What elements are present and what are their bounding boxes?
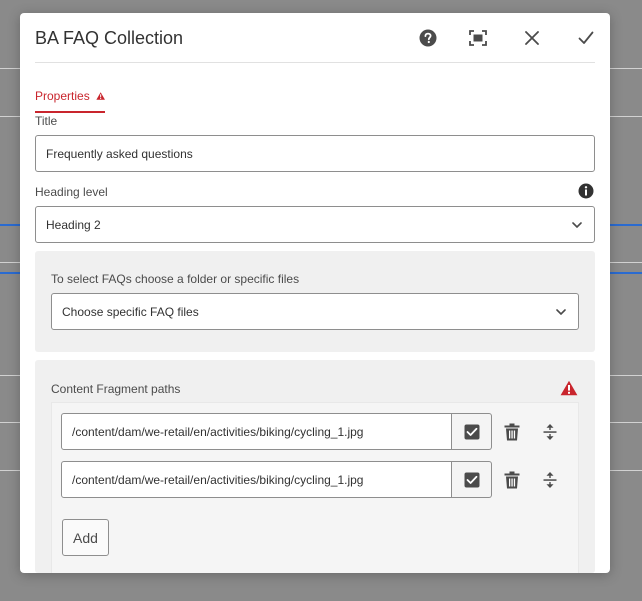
path-input[interactable]: /content/dam/we-retail/en/activities/bik… xyxy=(61,461,452,498)
path-input-value: /content/dam/we-retail/en/activities/bik… xyxy=(72,424,364,439)
close-icon xyxy=(525,31,539,45)
heading-level-value: Heading 2 xyxy=(46,217,101,232)
alert-icon xyxy=(560,380,578,396)
delete-button[interactable] xyxy=(501,469,523,491)
chevron-down-icon xyxy=(556,308,566,315)
fullscreen-button[interactable] xyxy=(467,27,489,49)
faq-source-label: To select FAQs choose a folder or specif… xyxy=(51,272,300,286)
dialog-title: BA FAQ Collection xyxy=(35,28,184,48)
delete-button[interactable] xyxy=(501,421,523,443)
browse-button[interactable] xyxy=(452,461,492,498)
fullscreen-icon xyxy=(469,30,487,46)
reorder-handle[interactable] xyxy=(539,469,561,491)
close-button[interactable] xyxy=(521,27,543,49)
path-input-value: /content/dam/we-retail/en/activities/bik… xyxy=(72,472,364,487)
title-input[interactable]: Frequently asked questions xyxy=(35,135,595,172)
chevron-down-icon xyxy=(572,221,582,228)
tab-properties-label: Properties xyxy=(35,89,90,103)
reorder-handle[interactable] xyxy=(539,421,561,443)
faq-source-panel: To select FAQs choose a folder or specif… xyxy=(35,251,595,352)
path-input[interactable]: /content/dam/we-retail/en/activities/bik… xyxy=(61,413,452,450)
checkbox-checked-icon xyxy=(464,472,479,487)
trash-icon xyxy=(504,471,520,488)
move-icon xyxy=(543,423,557,440)
alert-icon xyxy=(96,92,105,100)
heading-level-select[interactable]: Heading 2 xyxy=(35,206,595,243)
tab-properties[interactable]: Properties xyxy=(35,89,105,113)
title-input-value: Frequently asked questions xyxy=(46,146,193,161)
tab-list: Properties xyxy=(35,89,105,113)
trash-icon xyxy=(504,423,520,440)
done-check-icon xyxy=(578,31,594,44)
help-button[interactable] xyxy=(417,27,439,49)
faq-source-select[interactable]: Choose specific FAQ files xyxy=(51,293,579,330)
info-icon[interactable] xyxy=(578,183,594,199)
faq-source-value: Choose specific FAQ files xyxy=(62,304,199,319)
path-row: /content/dam/we-retail/en/activities/bik… xyxy=(61,461,561,498)
move-icon xyxy=(543,471,557,488)
path-row: /content/dam/we-retail/en/activities/bik… xyxy=(61,413,561,450)
browse-button[interactable] xyxy=(452,413,492,450)
checkbox-checked-icon xyxy=(464,424,479,439)
heading-level-label: Heading level xyxy=(35,185,108,199)
content-fragment-paths-label: Content Fragment paths xyxy=(51,382,181,396)
title-label: Title xyxy=(35,114,58,128)
content-fragment-panel: Content Fragment paths /content/dam/we-r… xyxy=(35,360,595,573)
faq-collection-dialog: BA FAQ Collection Properties Title Frequ… xyxy=(20,13,610,573)
done-button[interactable] xyxy=(575,27,597,49)
help-icon xyxy=(419,29,437,47)
add-path-button[interactable]: Add xyxy=(62,519,109,556)
dialog-header: BA FAQ Collection xyxy=(35,13,595,63)
